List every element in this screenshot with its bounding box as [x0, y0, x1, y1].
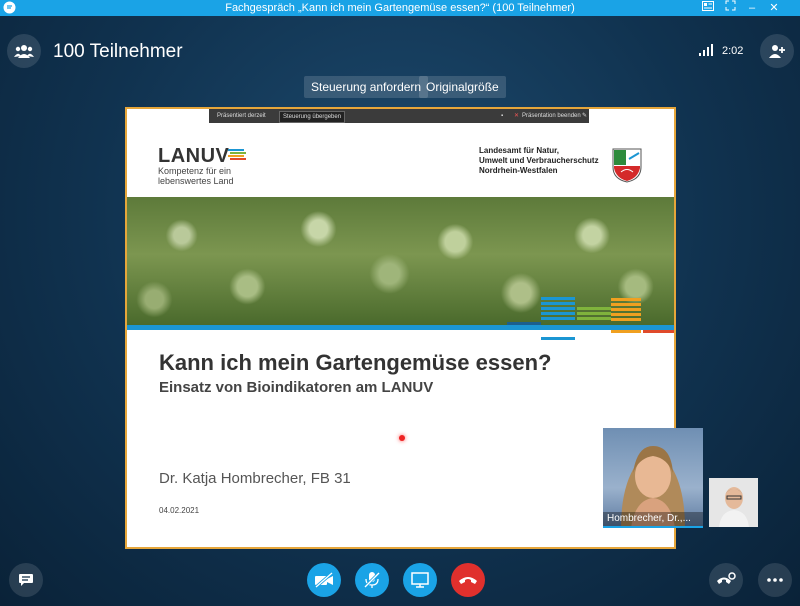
- screen-share-toolbar: Präsentiert derzeit Steuerung übergeben …: [209, 109, 589, 123]
- slide-date: 04.02.2021: [159, 506, 200, 515]
- title-bar: Fachgespräch „Kann ich mein Gartengemüse…: [0, 0, 800, 16]
- lanuv-bars-graphic: [507, 297, 674, 340]
- screen-share-icon: [411, 572, 429, 588]
- more-options-button[interactable]: [758, 563, 792, 597]
- stop-presenting-button[interactable]: Präsentation beenden: [522, 109, 581, 123]
- agency-line-3: Nordrhein-Westfalen: [479, 166, 558, 175]
- active-speaker-indicator: [603, 526, 703, 528]
- share-screen-button[interactable]: [403, 563, 437, 597]
- slide-divider: [127, 325, 674, 330]
- call-timer: 2:02: [722, 45, 744, 57]
- lanuv-stripes-icon: [228, 149, 246, 160]
- people-icon: [14, 45, 34, 58]
- call-options-button[interactable]: [709, 563, 743, 597]
- participants-button[interactable]: [7, 34, 41, 68]
- fullscreen-icon[interactable]: [719, 0, 741, 16]
- stop-icon[interactable]: ✕: [514, 109, 519, 123]
- laser-pointer: [399, 435, 405, 441]
- more-icon: [767, 578, 783, 582]
- add-person-icon: [769, 45, 785, 58]
- lanuv-logo: LANUV: [158, 145, 230, 167]
- lanuv-tagline: Kompetenz für ein lebenswertes Land: [158, 166, 234, 186]
- add-participant-button[interactable]: [760, 34, 794, 68]
- slide-title: Kann ich mein Gartengemüse essen?: [159, 350, 552, 375]
- layout-toggle-icon[interactable]: [697, 0, 719, 16]
- phone-hangup-icon: [459, 577, 477, 584]
- window-title: Fachgespräch „Kann ich mein Gartengemüse…: [225, 2, 575, 14]
- chat-button[interactable]: [9, 563, 43, 597]
- mic-toggle-button[interactable]: [355, 563, 389, 597]
- give-control-dropdown[interactable]: Steuerung übergeben: [279, 111, 346, 123]
- slide-author: Dr. Katja Hombrecher, FB 31: [159, 470, 351, 487]
- signal-strength-icon: [699, 44, 713, 56]
- presenter-video[interactable]: Hombrecher, Dr.,...: [603, 428, 703, 528]
- participants-count: 100 Teilnehmer: [53, 41, 183, 62]
- presenter-name: Hombrecher, Dr.,...: [603, 512, 703, 526]
- pin-icon[interactable]: ✎: [582, 109, 587, 123]
- video-off-icon: [315, 572, 333, 588]
- minimize-button[interactable]: –: [741, 0, 763, 16]
- original-size-button[interactable]: Originalgröße: [419, 76, 506, 98]
- self-avatar: [709, 478, 758, 527]
- video-toggle-button[interactable]: [307, 563, 341, 597]
- request-control-button[interactable]: Steuerung anfordern: [304, 76, 429, 98]
- mic-off-icon: [363, 571, 381, 589]
- agency-name: Landesamt für Natur, Umwelt und Verbrauc…: [479, 146, 599, 176]
- agency-line-1: Landesamt für Natur,: [479, 146, 560, 155]
- presenting-label: Präsentiert derzeit: [217, 113, 266, 119]
- agency-line-2: Umwelt und Verbraucherschutz: [479, 156, 599, 165]
- nrw-crest-icon: [612, 148, 642, 183]
- self-video[interactable]: [709, 478, 758, 527]
- hang-up-button[interactable]: [451, 563, 485, 597]
- chat-bubble-icon: [19, 574, 33, 586]
- shared-screen: Präsentiert derzeit Steuerung übergeben …: [125, 107, 676, 549]
- slide-subtitle: Einsatz von Bioindikatoren am LANUV: [159, 379, 434, 396]
- close-button[interactable]: ✕: [763, 0, 785, 16]
- chat-icon[interactable]: ▪: [501, 109, 503, 123]
- phone-settings-icon: [717, 572, 736, 584]
